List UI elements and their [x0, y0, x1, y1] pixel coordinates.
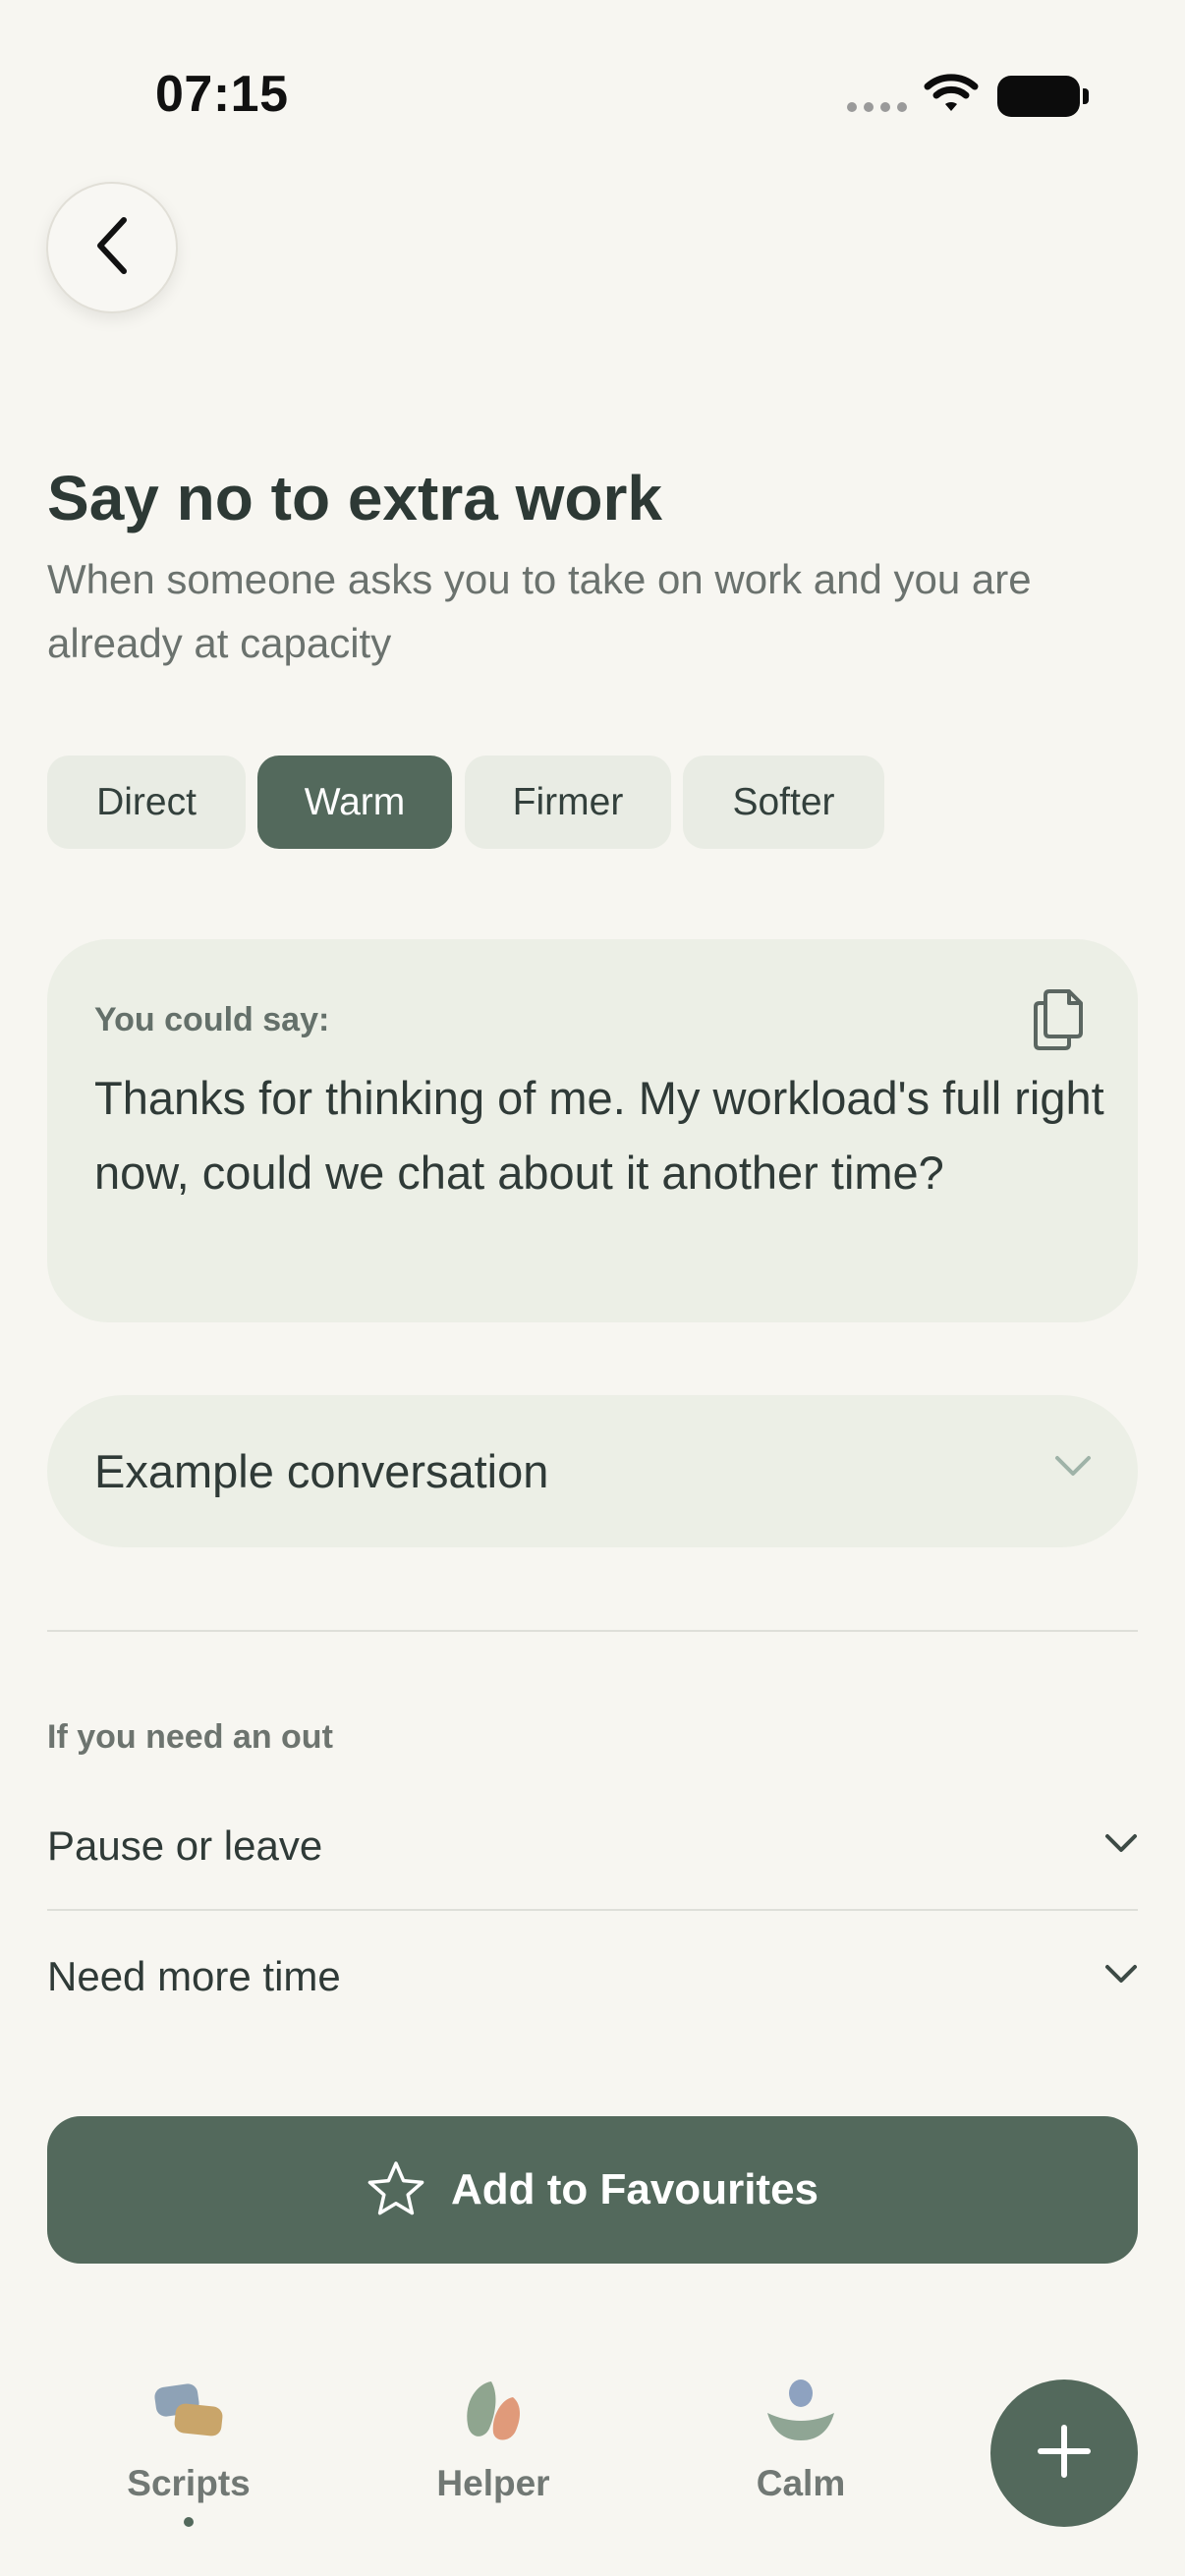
wifi-icon — [924, 73, 979, 119]
out-row-need-more-time[interactable]: Need more time — [47, 1923, 1138, 2031]
chevron-down-icon — [1104, 1964, 1138, 1990]
out-row-pause-or-leave[interactable]: Pause or leave — [47, 1792, 1138, 1900]
copy-icon[interactable] — [1030, 987, 1089, 1057]
calm-icon — [762, 2378, 840, 2449]
chevron-down-icon — [1104, 1833, 1138, 1860]
tone-pill-warm[interactable]: Warm — [257, 756, 452, 849]
chevron-down-icon — [1053, 1454, 1093, 1483]
section-divider — [47, 1630, 1138, 1632]
example-conversation-label: Example conversation — [94, 1445, 549, 1497]
script-card-label: You could say: — [94, 1001, 330, 1038]
outs-section-label: If you need an out — [47, 1718, 333, 1756]
back-button[interactable] — [46, 182, 178, 313]
nav-tab-helper[interactable]: Helper — [385, 2378, 601, 2504]
script-text: Thanks for thinking of me. My workload's… — [94, 1072, 1104, 1199]
page-subtitle: When someone asks you to take on work an… — [47, 556, 1032, 666]
row-divider — [47, 1909, 1138, 1911]
nav-label-helper: Helper — [436, 2463, 550, 2503]
star-icon — [367, 2159, 425, 2221]
nav-label-scripts: Scripts — [127, 2463, 251, 2503]
out-row-label: Need more time — [47, 1953, 341, 1999]
scripts-icon — [149, 2378, 228, 2449]
status-time: 07:15 — [155, 66, 289, 123]
out-row-label: Pause or leave — [47, 1822, 323, 1869]
plus-icon — [1035, 2422, 1094, 2486]
add-to-favourites-button[interactable]: Add to Favourites — [47, 2116, 1138, 2264]
active-tab-indicator — [184, 2517, 194, 2527]
page-title: Say no to extra work — [47, 463, 662, 533]
cellular-signal-icon — [847, 102, 907, 112]
nav-tab-calm[interactable]: Calm — [693, 2378, 909, 2504]
example-conversation-toggle[interactable]: Example conversation — [47, 1395, 1138, 1547]
battery-icon — [997, 76, 1089, 117]
add-button[interactable] — [990, 2380, 1138, 2527]
back-chevron-icon — [90, 214, 134, 282]
nav-tab-scripts[interactable]: Scripts — [81, 2378, 297, 2504]
helper-icon — [454, 2378, 533, 2449]
tone-pill-direct[interactable]: Direct — [47, 756, 246, 849]
tone-pill-firmer[interactable]: Firmer — [465, 756, 671, 849]
tone-pill-softer[interactable]: Softer — [683, 756, 884, 849]
nav-label-calm: Calm — [756, 2463, 846, 2503]
add-to-favourites-label: Add to Favourites — [450, 2165, 819, 2213]
